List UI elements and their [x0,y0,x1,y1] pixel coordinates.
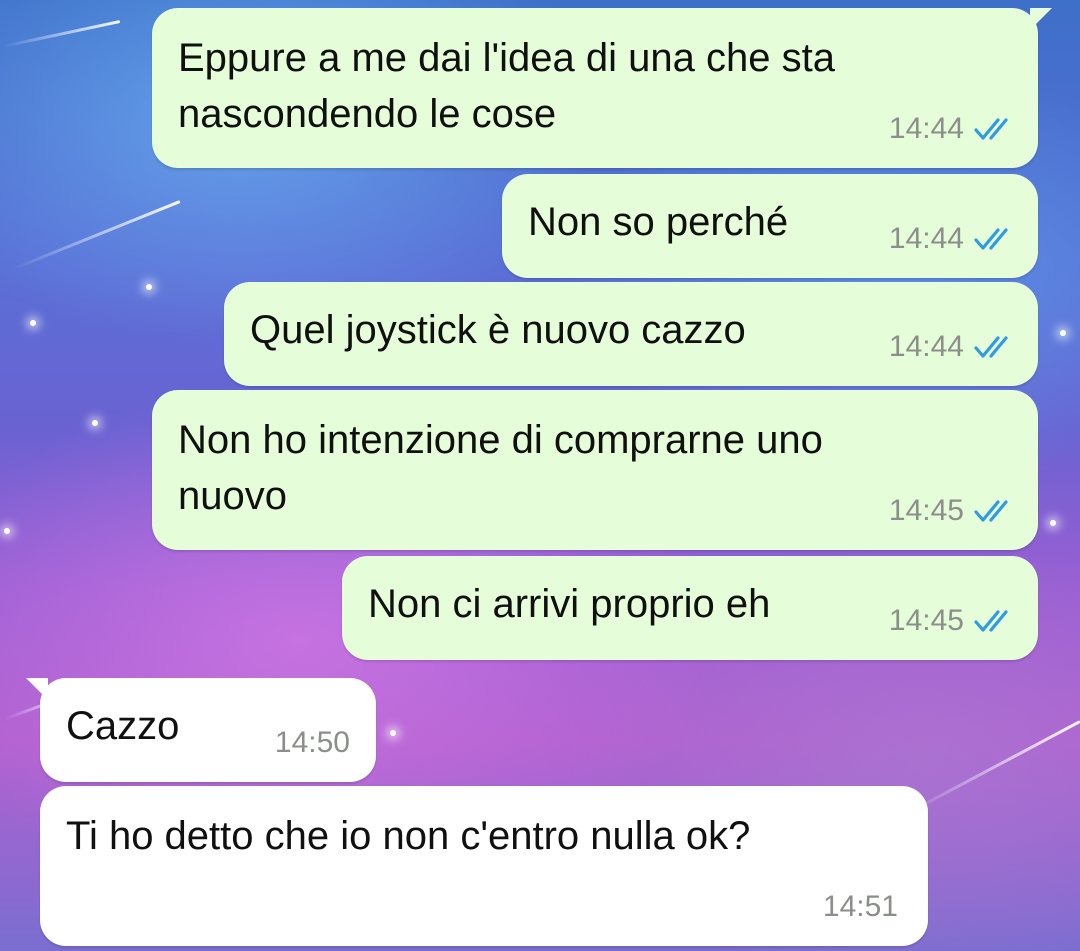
message-timestamp: 14:44 [888,330,964,363]
wallpaper-streak [2,20,121,48]
message-meta: 14:44 [889,330,1016,364]
message-bubble-outgoing[interactable]: Non ci arrivi proprio eh 14:45 [342,556,1038,660]
message-text: Non ho intenzione di comprarne uno nuovo [178,418,823,518]
wallpaper-streak [902,720,1080,817]
wallpaper-streak [12,200,181,271]
message-text: Ti ho detto che io non c'entro nulla ok? [66,814,751,858]
message-text: Non ci arrivi proprio eh [368,582,771,626]
message-meta: 14:45 [889,604,1016,638]
wallpaper-star [146,284,152,290]
message-meta: 14:51 [823,890,898,924]
wallpaper-star [1060,330,1066,336]
message-bubble-outgoing[interactable]: Quel joystick è nuovo cazzo 14:44 [224,282,1038,386]
double-check-icon [974,227,1016,251]
message-bubble-outgoing[interactable]: Non ho intenzione di comprarne uno nuovo… [152,390,1038,550]
wallpaper-star [92,420,98,426]
double-check-icon [974,499,1016,523]
message-text: Eppure a me dai l'idea di una che sta na… [178,36,835,136]
message-text: Non so perché [528,200,789,244]
message-timestamp: 14:51 [822,890,898,923]
message-text: Quel joystick è nuovo cazzo [250,308,746,352]
wallpaper-star [1050,520,1056,526]
message-bubble-outgoing[interactable]: Non so perché 14:44 [502,174,1038,278]
message-meta: 14:45 [889,494,1016,528]
message-meta: 14:50 [275,726,350,760]
wallpaper-star [30,320,36,326]
bubble-tail [26,678,48,700]
message-meta: 14:44 [889,112,1016,146]
message-bubble-incoming[interactable]: Ti ho detto che io non c'entro nulla ok?… [40,786,928,946]
message-timestamp: 14:50 [274,726,350,759]
message-bubble-incoming[interactable]: Cazzo 14:50 [26,678,376,782]
message-timestamp: 14:45 [888,494,964,527]
message-bubble-outgoing[interactable]: Eppure a me dai l'idea di una che sta na… [152,8,1052,168]
wallpaper-star [4,528,10,534]
message-text: Cazzo [66,704,180,748]
wallpaper-star [390,730,396,736]
message-meta: 14:44 [889,222,1016,256]
message-timestamp: 14:44 [888,222,964,255]
double-check-icon [974,335,1016,359]
double-check-icon [974,117,1016,141]
message-timestamp: 14:44 [888,112,964,145]
message-timestamp: 14:45 [888,604,964,637]
double-check-icon [974,609,1016,633]
bubble-tail [1030,8,1052,30]
